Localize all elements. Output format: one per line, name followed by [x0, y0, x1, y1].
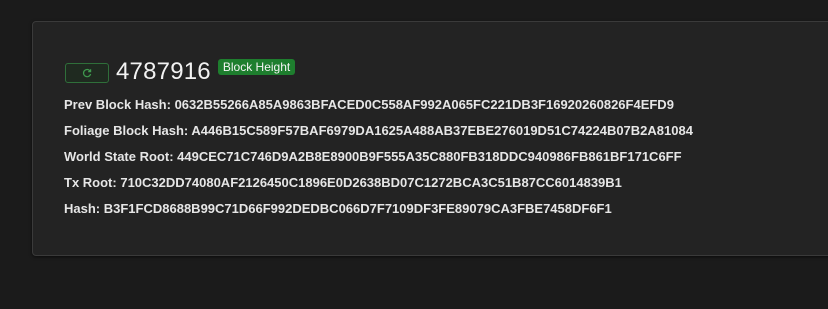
block-height-value: 4787916	[116, 58, 211, 85]
field-label: Foliage Block Hash:	[64, 123, 189, 138]
field-label: Tx Root:	[64, 175, 117, 190]
foliage-block-hash-row: Foliage Block Hash: A446B15C589F57BAF697…	[64, 122, 693, 148]
field-value: A446B15C589F57BAF6979DA1625A488AB37EBE27…	[191, 123, 693, 138]
block-header: 4787916 Block Height	[65, 56, 296, 85]
block-height-badge: Block Height	[217, 59, 296, 75]
block-details: Prev Block Hash: 0632B55266A85A9863BFACE…	[64, 96, 693, 226]
field-value: B3F1FCD8688B99C71D66F992DEDBC066D7F7109D…	[103, 201, 612, 216]
world-state-root-row: World State Root: 449CEC71C746D9A2B8E890…	[64, 148, 693, 174]
field-value: 710C32DD74080AF2126450C1896E0D2638BD07C1…	[120, 175, 622, 190]
field-label: World State Root:	[64, 149, 174, 164]
block-card: 4787916 Block Height Prev Block Hash: 06…	[32, 21, 828, 256]
refresh-button[interactable]	[65, 63, 109, 83]
prev-block-hash-row: Prev Block Hash: 0632B55266A85A9863BFACE…	[64, 96, 693, 122]
hash-row: Hash: B3F1FCD8688B99C71D66F992DEDBC066D7…	[64, 200, 693, 226]
refresh-icon	[82, 68, 92, 78]
field-value: 0632B55266A85A9863BFACED0C558AF992A065FC…	[174, 97, 674, 112]
field-value: 449CEC71C746D9A2B8E8900B9F555A35C880FB31…	[177, 149, 682, 164]
field-label: Hash:	[64, 201, 101, 216]
tx-root-row: Tx Root: 710C32DD74080AF2126450C1896E0D2…	[64, 174, 693, 200]
field-label: Prev Block Hash:	[64, 97, 171, 112]
